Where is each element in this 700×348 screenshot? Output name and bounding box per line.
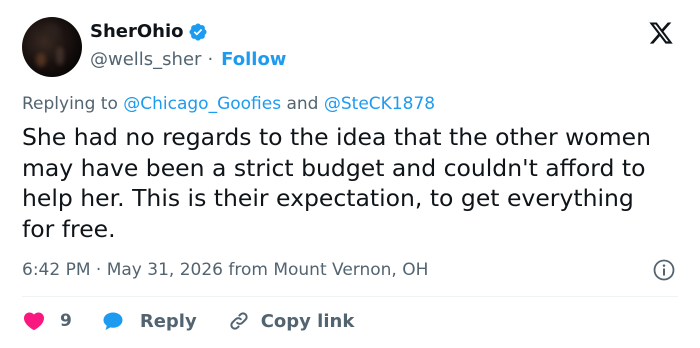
heart-icon — [22, 309, 46, 333]
author-handle-row: @wells_sher · Follow — [90, 49, 286, 70]
author-handle[interactable]: @wells_sher — [90, 49, 201, 70]
tweet-actions: 9 Reply Copy link — [22, 309, 354, 333]
separator-dot: · — [207, 49, 214, 70]
mention-link-1[interactable]: @Chicago_Goofies — [123, 94, 281, 114]
replying-to-line: Replying to @Chicago_Goofies and @SteCK1… — [22, 94, 435, 114]
verified-badge-icon[interactable] — [188, 22, 208, 42]
author-name-row: SherOhio — [90, 21, 208, 42]
mention-link-2[interactable]: @SteCK1878 — [324, 94, 435, 114]
x-logo-icon[interactable] — [648, 20, 674, 46]
replying-to-prefix: Replying to — [22, 94, 118, 114]
like-count: 9 — [60, 311, 72, 331]
copy-link-label: Copy link — [260, 310, 355, 332]
author-display-name[interactable]: SherOhio — [90, 21, 184, 42]
reply-bubble-icon — [100, 309, 126, 333]
avatar[interactable] — [22, 17, 82, 77]
info-icon[interactable] — [652, 258, 676, 282]
reply-button[interactable]: Reply — [100, 309, 197, 333]
tweet-timestamp[interactable]: 6:42 PM · May 31, 2026 from Mount Vernon… — [22, 260, 428, 280]
tweet-text: She had no regards to the idea that the … — [22, 123, 651, 243]
divider — [22, 296, 678, 297]
reply-label: Reply — [139, 310, 197, 332]
like-button[interactable]: 9 — [22, 309, 72, 333]
follow-button[interactable]: Follow — [221, 49, 286, 70]
copy-link-button[interactable]: Copy link — [227, 309, 355, 333]
replying-to-conjunction: and — [286, 94, 319, 114]
link-icon — [227, 309, 251, 333]
